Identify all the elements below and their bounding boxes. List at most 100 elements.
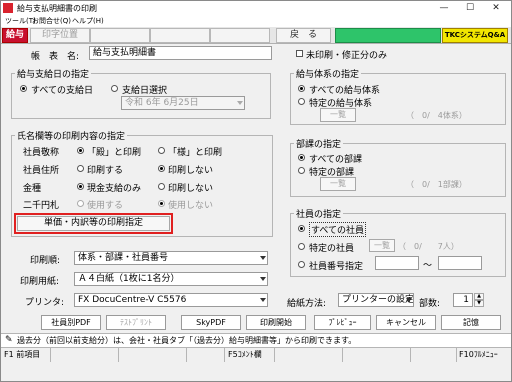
employee-all-radio[interactable] [298,225,305,232]
name-print-title: 氏名欄等の印刷内容の指定 [15,129,128,142]
feed-dropdown[interactable]: プリンターの設定 [338,293,414,307]
address-noprint-radio[interactable] [158,165,165,172]
print-order-dropdown[interactable]: 体系・部課・社員番号 [74,251,268,265]
pay-date-select-radio[interactable] [111,85,118,92]
department-list-button[interactable]: 一覧 [320,177,356,191]
pay-date-dropdown[interactable]: 令和 6年 6月25日 [121,96,245,110]
employee-number-radio[interactable] [298,261,305,268]
address-noprint-label[interactable]: 印刷しない [168,163,213,176]
memo-button[interactable]: 記憶 [441,315,501,330]
honorific-label: 社員敬称 [23,148,60,158]
address-print-radio[interactable] [77,165,84,172]
paper-dropdown[interactable]: Ａ４白紙（1枚に1名分） [74,272,268,286]
pay-system-list-button[interactable]: 一覧 [320,108,356,122]
skypdf-button[interactable]: SkyPDF [181,315,241,330]
menu-inquiry[interactable]: お問合せ(Q) [32,16,71,26]
department-all-label[interactable]: すべての部課 [309,152,362,165]
employee-all-label[interactable]: すべての社員 [309,222,367,237]
chevron-down-icon [260,298,266,302]
copies-field[interactable]: 1 [453,293,473,307]
pay-date-all-radio[interactable] [20,85,27,92]
toolbar-green-bar [335,28,441,43]
toolbar: 給与 印字位置 戻 る TKCシステムQ&A [1,27,511,44]
denomination-cash-radio[interactable] [77,183,84,190]
menu-bar: ツール(T) お問合せ(Q) ヘルプ(H) [1,15,511,27]
pay-date-all-label[interactable]: すべての支給日 [31,83,93,96]
close-button[interactable]: ✕ [483,1,509,15]
copies-up-button[interactable]: ▲ [474,293,484,300]
fkey-blank-f2 [51,348,119,362]
2000yen-nouse-radio[interactable] [158,200,165,207]
test-print-button[interactable]: ﾃｽﾄﾌﾟﾘﾝﾄ [106,315,166,330]
fkey-blank-f6 [275,348,343,362]
fkey-blank-f4 [187,348,225,362]
honorific-dono-label[interactable]: 「殿」と印刷 [87,145,141,158]
employee-range-separator: 〜 [423,261,433,271]
printer-dropdown[interactable]: FX DocuCentre-V C5576 [74,293,268,307]
feed-value: プリンターの設定 [342,295,414,305]
f10-full-menu-key[interactable]: F10ﾌﾙﾒﾆｭｰ [457,348,511,362]
unprinted-only-checkbox[interactable] [296,50,303,57]
print-position-button[interactable]: 印字位置 [30,28,90,43]
maximize-button[interactable]: ☐ [457,1,483,15]
copies-label: 部数: [419,299,441,309]
pay-system-all-radio[interactable] [298,85,305,92]
mode-tab-salary[interactable]: 給与 [2,28,28,43]
pay-date-select-label[interactable]: 支給日選択 [122,83,167,96]
back-button[interactable]: 戻 る [276,28,331,43]
denomination-noprint-label[interactable]: 印刷しない [168,181,213,194]
employee-number-label[interactable]: 社員番号指定 [309,259,363,272]
memo-pencil-icon: ✎ [5,335,13,345]
pay-system-count: （ 0/ 4体系） [406,111,467,120]
fkey-blank-f7 [343,348,411,362]
2000yen-use-radio[interactable] [77,200,84,207]
feed-label: 給紙方法: [287,299,327,309]
2000yen-use-label[interactable]: 使用する [87,198,123,211]
honorific-sama-radio[interactable] [158,147,165,154]
print-order-value: 体系・部課・社員番号 [78,253,169,263]
pay-system-all-label[interactable]: すべての給与体系 [309,83,380,96]
unit-price-detail-button[interactable]: 単価・内訳等の印刷指定 [17,216,170,231]
copies-down-button[interactable]: ▼ [474,300,484,307]
function-key-bar: F1 前項目 F5ｺﾒﾝﾄ欄 F10ﾌﾙﾒﾆｭｰ [1,347,511,362]
unprinted-only-label[interactable]: 未印刷・修正分のみ [306,48,387,61]
2000yen-nouse-label[interactable]: 使用しない [168,198,213,211]
department-all-radio[interactable] [298,154,305,161]
department-specific-radio[interactable] [298,167,305,174]
address-print-label[interactable]: 印刷する [87,163,123,176]
denomination-cash-label[interactable]: 現金支給のみ [87,181,141,194]
cancel-button[interactable]: キャンセル [376,315,436,330]
employee-specific-label[interactable]: 特定の社員 [309,241,354,254]
printer-value: FX DocuCentre-V C5576 [78,295,187,305]
window-title: 給与支払明細書の印刷 [17,4,97,13]
denomination-noprint-radio[interactable] [158,183,165,190]
minimize-button[interactable]: — [431,1,457,15]
menu-help[interactable]: ヘルプ(H) [72,16,104,26]
start-print-button[interactable]: 印刷開始 [246,315,306,330]
pay-system-title: 給与体系の指定 [294,67,362,80]
employee-pdf-button[interactable]: 社員別PDF [41,315,101,330]
fkey-blank-f3 [119,348,187,362]
employee-specific-radio[interactable] [298,243,305,250]
preview-button[interactable]: ﾌﾟﾚﾋﾞｭｰ [314,315,371,330]
department-title: 部課の指定 [294,137,344,150]
f1-prev-item-key[interactable]: F1 前項目 [1,348,51,362]
honorific-dono-radio[interactable] [77,147,84,154]
department-count: （ 0/ 1部課） [406,180,467,189]
message-text: 過去分（前回以前支給分）は、会社・社員タブ「（過去分）給与明細書等」から印刷でき… [17,336,357,345]
employee-list-button[interactable]: 一覧 [369,239,395,252]
tkc-qa-logo[interactable]: TKCシステムQ&A [442,28,508,43]
title-bar: 給与支払明細書の印刷 — ☐ ✕ [1,1,511,15]
chevron-down-icon [406,298,412,302]
employee-number-to[interactable] [438,256,482,270]
paper-value: Ａ４白紙（1枚に1名分） [78,274,180,284]
f5-comment-key[interactable]: F5ｺﾒﾝﾄ欄 [225,348,275,362]
pay-system-specific-radio[interactable] [298,98,305,105]
chevron-down-icon [237,101,243,105]
message-bar: ✎ 過去分（前回以前支給分）は、会社・社員タブ「（過去分）給与明細書等」から印刷… [1,333,511,347]
print-order-label: 印刷順: [30,256,61,266]
honorific-sama-label[interactable]: 「様」と印刷 [168,145,222,158]
denomination-label: 金種 [23,184,42,194]
employee-number-from[interactable] [375,256,419,270]
toolbar-blank-1 [90,28,150,43]
